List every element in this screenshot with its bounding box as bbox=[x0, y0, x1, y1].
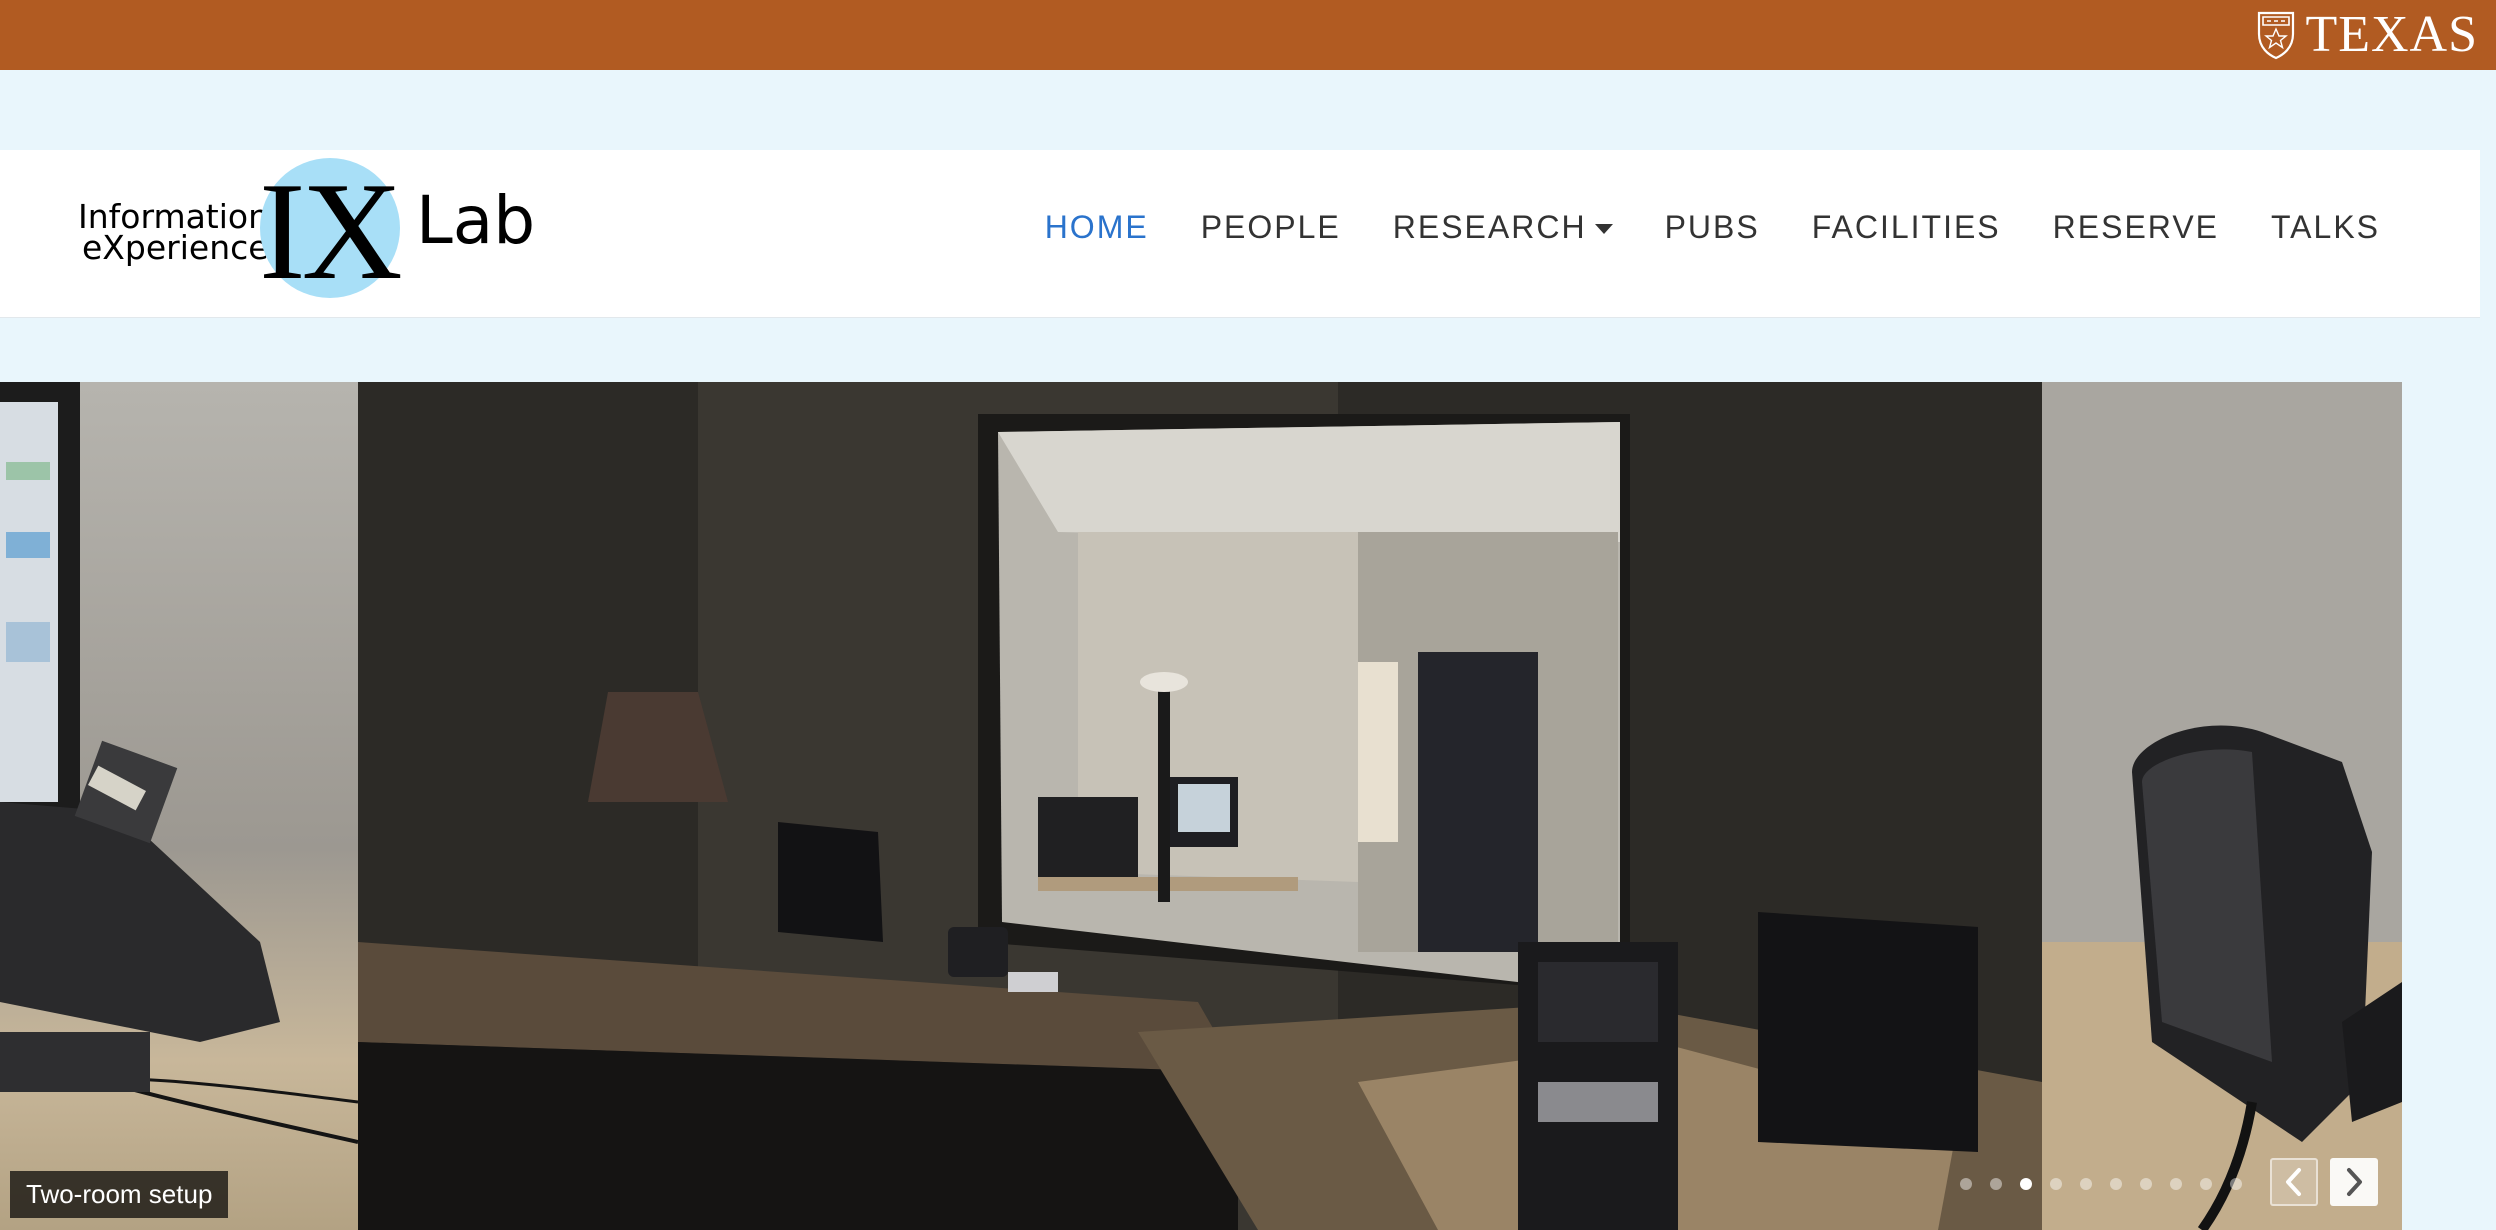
nav-item-people[interactable]: PEOPLE bbox=[1201, 209, 1341, 246]
slide-previous-image bbox=[0, 382, 359, 1230]
logo-line-experience: eXperience bbox=[82, 228, 269, 267]
ut-brand-text: TEXAS bbox=[2305, 6, 2478, 63]
slider-dot[interactable] bbox=[2140, 1178, 2152, 1190]
ut-texas-link[interactable]: TEXAS bbox=[2257, 6, 2478, 64]
slide-next-image bbox=[2042, 382, 2402, 1230]
nav-item-talks[interactable]: TALKS bbox=[2271, 209, 2380, 246]
nav-item-reserve[interactable]: RESERVE bbox=[2053, 209, 2219, 246]
monitor-photo bbox=[0, 382, 359, 1144]
site-header: Information eXperience IX Lab HOME PEOPL… bbox=[0, 150, 2480, 318]
logo-lab-text: Lab bbox=[416, 182, 536, 259]
site-logo[interactable]: Information eXperience IX Lab bbox=[78, 154, 535, 309]
image-slider[interactable]: Two-room setup bbox=[0, 382, 2402, 1230]
nav-item-facilities[interactable]: FACILITIES bbox=[1812, 209, 2001, 246]
slider-dot[interactable] bbox=[2200, 1178, 2212, 1190]
slider-dot[interactable] bbox=[1960, 1178, 1972, 1190]
nav-item-home[interactable]: HOME bbox=[1045, 209, 1149, 246]
nav-item-pubs[interactable]: PUBS bbox=[1665, 209, 1760, 246]
chevron-right-icon bbox=[2347, 1168, 2362, 1196]
slider-next-button[interactable] bbox=[2330, 1158, 2378, 1206]
ut-shield-icon bbox=[2258, 11, 2295, 60]
slider-dot[interactable] bbox=[1990, 1178, 2002, 1190]
slide-current-image bbox=[358, 382, 2042, 1230]
ut-top-bar: TEXAS bbox=[0, 0, 2496, 70]
camera-photo bbox=[2042, 382, 2402, 1230]
nav-item-label: RESERVE bbox=[2052, 208, 2219, 245]
chevron-left-icon bbox=[2286, 1168, 2301, 1196]
slider-dot[interactable] bbox=[2230, 1178, 2242, 1190]
nav-item-label: PUBS bbox=[1664, 208, 1760, 245]
slider-dot[interactable] bbox=[2080, 1178, 2092, 1190]
slider-dot[interactable] bbox=[2110, 1178, 2122, 1190]
main-nav: HOME PEOPLE RESEARCH PUBS FACILITIES RES… bbox=[1045, 150, 2380, 304]
nav-item-research[interactable]: RESEARCH bbox=[1393, 209, 1613, 246]
nav-item-label: HOME bbox=[1044, 208, 1149, 245]
slider-prev-button[interactable] bbox=[2270, 1158, 2318, 1206]
slider-pagination bbox=[1960, 1178, 2242, 1190]
slide-caption: Two-room setup bbox=[10, 1171, 229, 1218]
slider-dot[interactable] bbox=[2170, 1178, 2182, 1190]
slider-dot-active[interactable] bbox=[2020, 1178, 2032, 1190]
nav-item-label: RESEARCH bbox=[1392, 208, 1587, 245]
caret-down-icon bbox=[1594, 224, 1613, 234]
nav-item-label: PEOPLE bbox=[1200, 208, 1341, 245]
slider-dot[interactable] bbox=[2050, 1178, 2062, 1190]
nav-item-label: TALKS bbox=[2271, 208, 2380, 245]
logo-ix-letters: IX bbox=[259, 154, 403, 309]
nav-item-label: FACILITIES bbox=[1811, 208, 2001, 245]
two-room-photo bbox=[358, 382, 2042, 1230]
